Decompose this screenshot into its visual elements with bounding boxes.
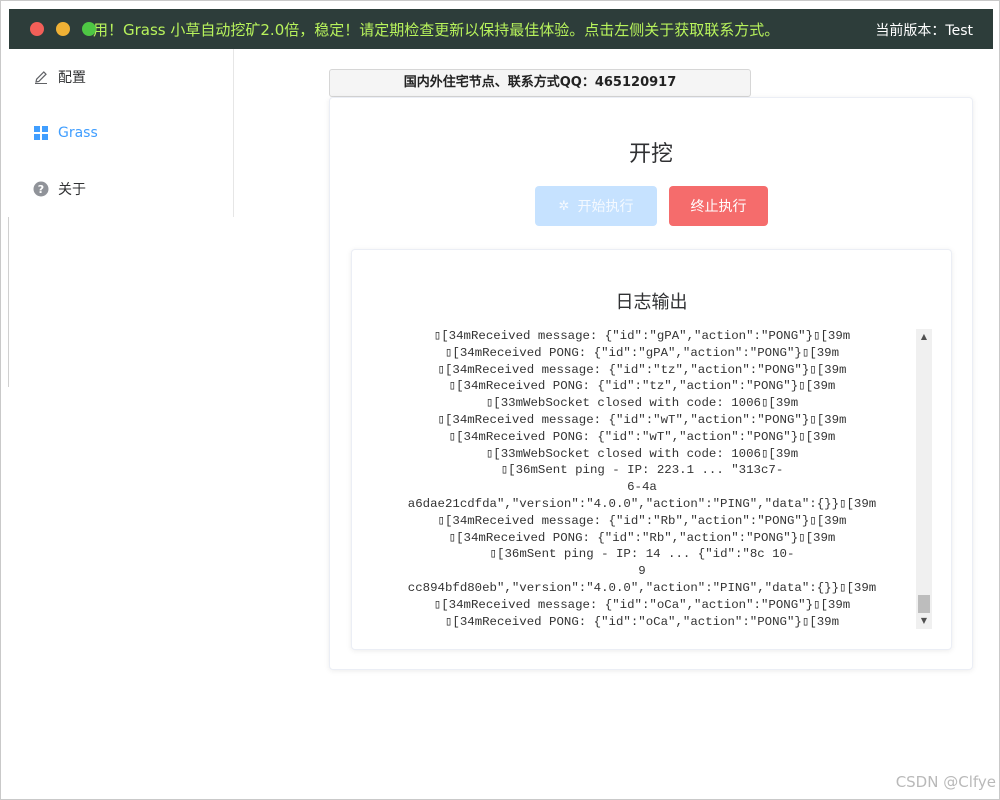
svg-text:?: ? bbox=[38, 183, 44, 196]
scrollbar-thumb[interactable] bbox=[918, 595, 930, 613]
start-button-label: 开始执行 bbox=[577, 199, 634, 215]
page-title: 开挖 bbox=[628, 142, 673, 167]
stop-button-label: 终止执行 bbox=[690, 199, 747, 215]
log-line: ▯[34mReceived message: {"id":"tz","actio… bbox=[437, 362, 847, 377]
grid-icon bbox=[33, 125, 49, 141]
log-line: 6-4a bbox=[627, 480, 657, 495]
sidebar-item-label: 配置 bbox=[58, 70, 86, 86]
log-line: ▯[34mReceived PONG: {"id":"gPA","action"… bbox=[444, 345, 840, 360]
sidebar-item-label: Grass bbox=[58, 125, 98, 141]
sidebar-menu: 配置 Grass ? 关于 bbox=[9, 49, 234, 217]
log-line: ▯[34mReceived PONG: {"id":"Rb","action":… bbox=[448, 530, 836, 545]
app-window: 用！Grass 小草自动挖矿2.0倍，稳定！请定期检查更新以保持最佳体验。点击左… bbox=[0, 0, 1000, 800]
version-label: 当前版本：Test bbox=[875, 23, 973, 39]
log-line: ▯[34mReceived message: {"id":"oCa","acti… bbox=[433, 597, 851, 612]
log-scrollbar[interactable]: ▲ ▼ bbox=[916, 329, 932, 629]
minimize-window-button[interactable] bbox=[56, 22, 70, 36]
announcement-marquee: 用！Grass 小草自动挖矿2.0倍，稳定！请定期检查更新以保持最佳体验。点击左… bbox=[93, 21, 780, 39]
log-line: ▯[33mWebSocket closed with code: 1006▯[3… bbox=[485, 446, 799, 461]
log-line: ▯[34mReceived PONG: {"id":"tz","action":… bbox=[448, 379, 836, 394]
title-bar: 用！Grass 小草自动挖矿2.0倍，稳定！请定期检查更新以保持最佳体验。点击左… bbox=[9, 9, 993, 49]
log-line: ▯[36mSent ping - IP: 14 ... {"id":"8c 10… bbox=[489, 547, 795, 562]
log-line: ▯[34mReceived message: {"id":"Rb","actio… bbox=[437, 513, 847, 528]
log-panel: 日志输出 ▯[34mReceived message: {"id":"gPA",… bbox=[351, 249, 952, 650]
log-line: ▯[34mReceived PONG: {"id":"oCa","action"… bbox=[444, 614, 840, 628]
log-line: cc894bfd80eb","version":"4.0.0","action"… bbox=[407, 580, 877, 595]
contact-banner: 国内外住宅节点、联系方式QQ：465120917 bbox=[329, 69, 751, 97]
log-title: 日志输出 bbox=[615, 292, 688, 313]
log-output[interactable]: ▯[34mReceived message: {"id":"gPA","acti… bbox=[372, 328, 912, 628]
log-line: a6dae21cdfda","version":"4.0.0","action"… bbox=[407, 496, 877, 511]
loading-icon: ✲ bbox=[558, 198, 570, 214]
log-line: ▯[34mReceived PONG: {"id":"wT","action":… bbox=[448, 429, 836, 444]
log-line: ▯[34mReceived message: {"id":"gPA","acti… bbox=[433, 329, 851, 343]
sidebar-item-about[interactable]: ? 关于 bbox=[9, 161, 233, 217]
close-window-button[interactable] bbox=[30, 22, 44, 36]
log-line: ▯[36mSent ping - IP: 223.1 ... "313c7- bbox=[500, 463, 784, 478]
question-icon: ? bbox=[33, 181, 49, 197]
edit-icon bbox=[33, 69, 49, 85]
log-line: 9 bbox=[638, 564, 646, 579]
log-line: ▯[34mReceived message: {"id":"wT","actio… bbox=[437, 412, 847, 427]
scroll-down-icon[interactable]: ▼ bbox=[916, 613, 932, 629]
start-button[interactable]: ✲ 开始执行 bbox=[535, 186, 657, 226]
sidebar-item-config[interactable]: 配置 bbox=[9, 49, 233, 105]
window-edge bbox=[1, 217, 9, 387]
scroll-up-icon[interactable]: ▲ bbox=[916, 329, 932, 345]
sidebar-item-grass[interactable]: Grass bbox=[9, 105, 233, 161]
stop-button[interactable]: 终止执行 bbox=[669, 186, 768, 226]
sidebar-item-label: 关于 bbox=[58, 182, 86, 198]
watermark: CSDN @Clfye bbox=[895, 773, 996, 791]
log-line: ▯[33mWebSocket closed with code: 1006▯[3… bbox=[485, 396, 799, 411]
maximize-window-button[interactable] bbox=[82, 22, 96, 36]
mining-card: 开挖 ✲ 开始执行 终止执行 日志输出 ▯[34mReceived messag… bbox=[329, 97, 973, 670]
